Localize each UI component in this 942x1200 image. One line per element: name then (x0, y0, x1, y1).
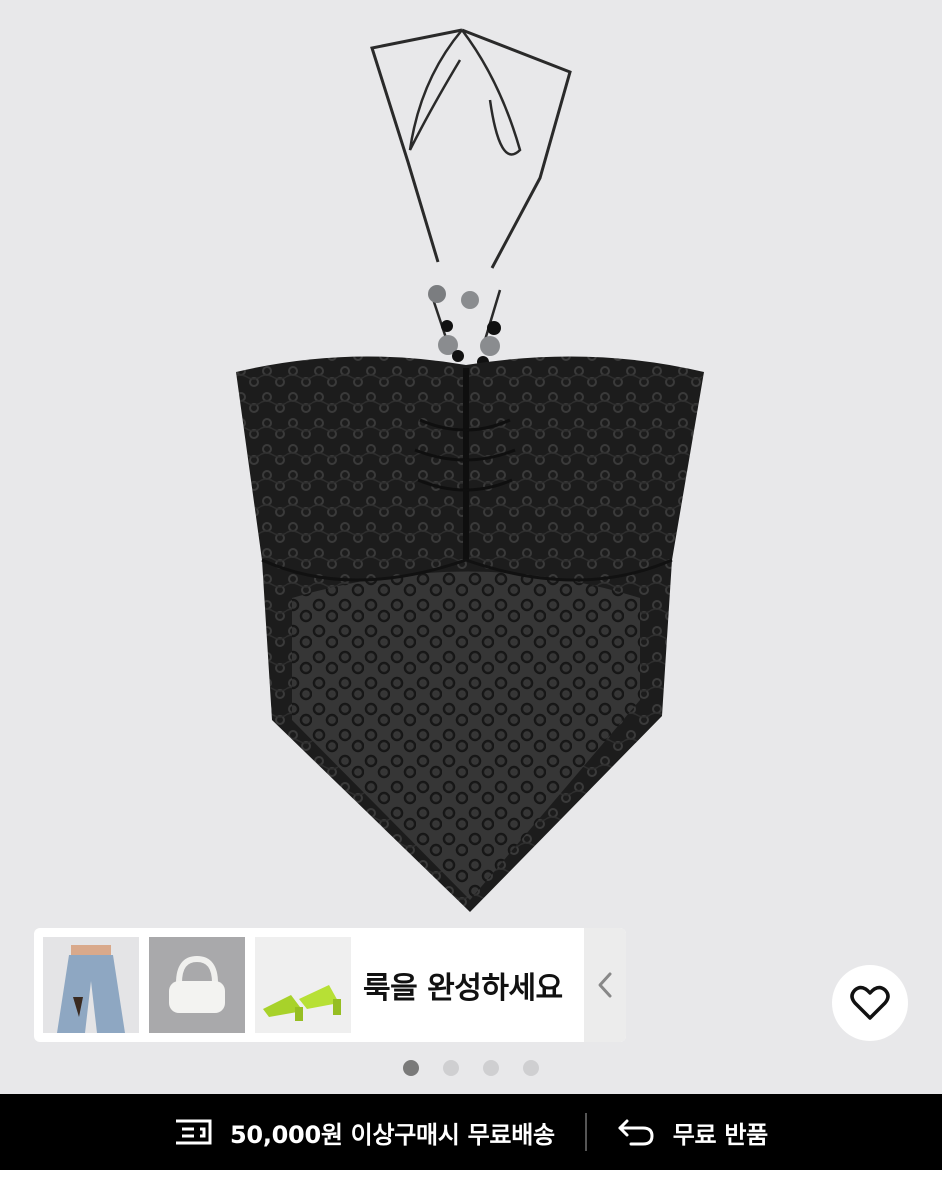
look-item-bag[interactable] (149, 937, 245, 1033)
complete-the-look-strip[interactable]: 룩을 완성하세요 (34, 928, 626, 1042)
carousel-dot-3[interactable] (483, 1060, 499, 1076)
product-photo (236, 28, 704, 912)
carousel-dot-1[interactable] (403, 1060, 419, 1076)
product-image-area[interactable]: 룩을 완성하세요 (0, 0, 942, 1094)
sandals-thumbnail-icon (255, 937, 351, 1033)
look-item-sandals[interactable] (255, 937, 351, 1033)
jeans-thumbnail-icon (43, 937, 139, 1033)
benefit-divider (584, 1113, 587, 1151)
bag-thumbnail-icon (149, 937, 245, 1033)
free-returns-benefit[interactable]: 무료 반품 (617, 1115, 768, 1150)
collapse-look-button[interactable] (584, 928, 626, 1042)
free-returns-label: 무료 반품 (672, 1120, 768, 1149)
free-shipping-benefit[interactable]: 50,000원 이상구매시 무료배송 (174, 1115, 555, 1150)
benefits-bar: 50,000원 이상구매시 무료배송 무료 반품 (0, 1094, 942, 1170)
complete-look-title[interactable]: 룩을 완성하세요 (363, 963, 563, 1007)
heart-icon (850, 985, 890, 1020)
favorite-button[interactable] (832, 965, 908, 1041)
free-shipping-label: 50,000원 이상구매시 무료배송 (230, 1120, 555, 1149)
carousel-indicator[interactable] (0, 1060, 942, 1076)
delivery-truck-icon (176, 1119, 212, 1145)
carousel-dot-2[interactable] (443, 1060, 459, 1076)
chevron-left-icon (598, 972, 612, 998)
carousel-dot-4[interactable] (523, 1060, 539, 1076)
look-item-jeans[interactable] (43, 937, 139, 1033)
return-arrow-icon (618, 1119, 654, 1146)
